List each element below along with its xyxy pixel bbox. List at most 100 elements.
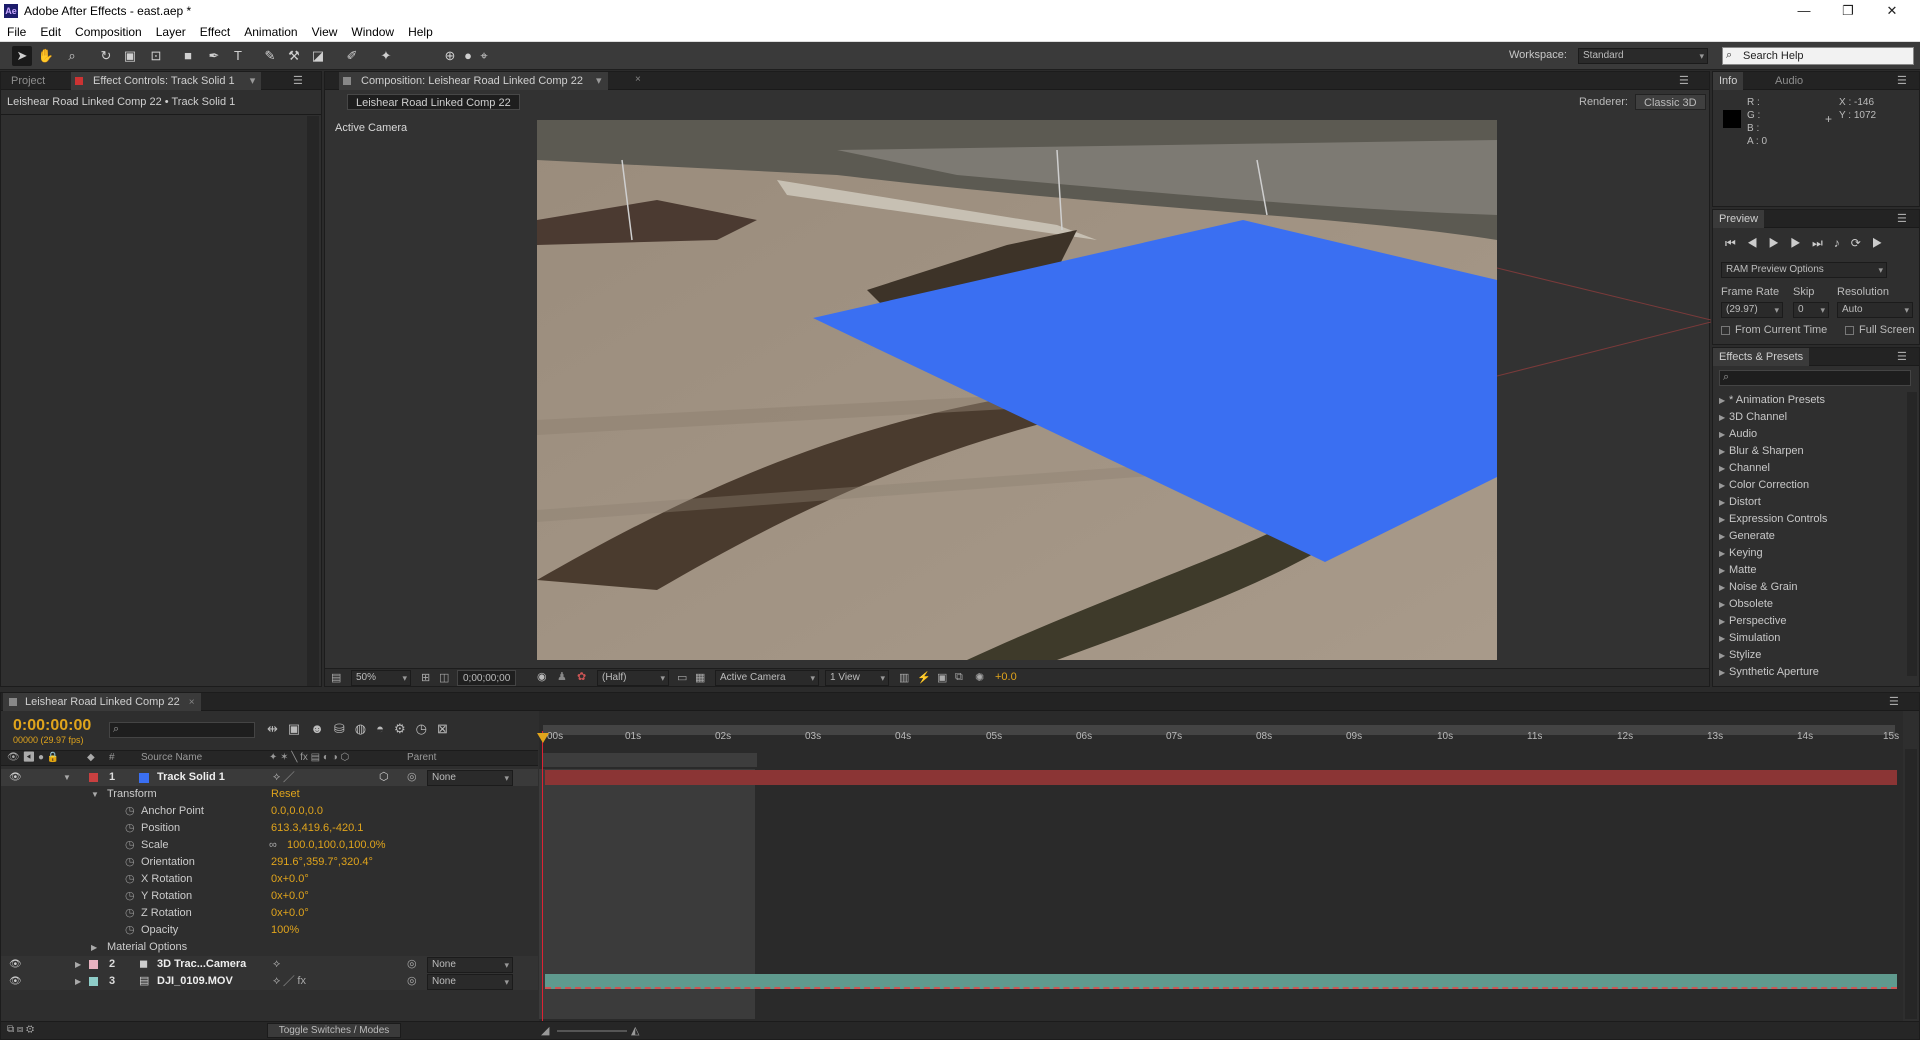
timeline-search-input[interactable]: ⌕ [109, 722, 255, 738]
layer-switches[interactable]: ⟡ ╱ fx [273, 973, 306, 990]
close-button[interactable]: ✕ [1870, 0, 1914, 22]
current-time-indicator[interactable] [542, 731, 543, 1021]
safe-zones-icon[interactable]: ⊞ [421, 671, 430, 684]
panel-menu-icon[interactable]: ☰ [1889, 695, 1899, 708]
parent-select[interactable]: None [427, 957, 513, 973]
resolution-select[interactable]: Auto [1837, 302, 1913, 318]
snapshot-icon[interactable]: ◉ [537, 670, 547, 683]
stopwatch-icon[interactable]: ◷ [125, 820, 135, 837]
timeline-icon[interactable]: ▣ [937, 671, 947, 684]
view-axis-icon[interactable]: ⌖ [474, 46, 494, 66]
effects-category[interactable]: ▶ Stylize [1719, 647, 1761, 664]
menu-composition[interactable]: Composition [68, 22, 149, 42]
footer-toggle-icons[interactable]: ⧉ ⧈ ⚙ [7, 1024, 34, 1035]
menu-animation[interactable]: Animation [237, 22, 304, 42]
panel-menu-icon[interactable]: ☰ [1897, 350, 1907, 363]
search-help-field[interactable]: ⌕ Search Help [1722, 47, 1914, 65]
zoom-tool-icon[interactable]: ⌕ [62, 46, 82, 66]
material-options-row[interactable]: ▶ Material Options [1, 939, 538, 956]
tab-project[interactable]: Project [5, 72, 51, 90]
parent-select[interactable]: None [427, 974, 513, 990]
resolution-select[interactable]: (Half) [597, 670, 669, 686]
layer-3-duration-bar[interactable] [545, 974, 1897, 989]
timeline-scrollbar[interactable] [1905, 749, 1917, 1019]
effects-category[interactable]: ▶ Synthetic Aperture [1719, 664, 1819, 681]
effects-category[interactable]: ▶ Audio [1719, 426, 1757, 443]
tab-audio[interactable]: Audio [1769, 72, 1809, 90]
play-icon[interactable]: ▶ [1769, 236, 1791, 250]
effects-category[interactable]: ▶ Channel [1719, 460, 1770, 477]
selection-tool-icon[interactable]: ➤ [12, 46, 32, 66]
audio-icon[interactable]: ♪ [1834, 236, 1851, 250]
property-row[interactable]: ◷ X Rotation 0x+0.0° [1, 871, 538, 888]
stopwatch-icon[interactable]: ◷ [125, 905, 135, 922]
clone-stamp-tool-icon[interactable]: ⚒ [284, 46, 304, 66]
pen-tool-icon[interactable]: ✒ [204, 46, 224, 66]
layer-switches[interactable]: ⟡ ╱ [273, 769, 294, 786]
exposure-reset-icon[interactable]: ✺ [975, 671, 984, 684]
layer-name[interactable]: 3D Trac...Camera [157, 956, 246, 973]
graph-editor-icon[interactable]: ◓ [376, 721, 394, 736]
transform-reset-link[interactable]: Reset [271, 786, 300, 803]
next-frame-icon[interactable]: ▶ [1790, 236, 1812, 250]
effects-category[interactable]: ▶ Expression Controls [1719, 511, 1827, 528]
col-source-name[interactable]: Source Name [141, 752, 202, 763]
transparency-icon[interactable]: ▦ [695, 671, 705, 684]
from-current-time-checkbox[interactable] [1721, 326, 1730, 335]
expand-layer-icon[interactable]: ▶ [75, 973, 81, 990]
always-preview-icon[interactable]: ▤ [331, 671, 341, 684]
region-of-interest-icon[interactable]: ▭ [677, 671, 687, 684]
eraser-tool-icon[interactable]: ◪ [308, 46, 328, 66]
property-value[interactable]: 613.3,419.6,-420.1 [271, 820, 363, 837]
composition-viewer[interactable] [537, 120, 1497, 660]
effects-category[interactable]: ▶ Perspective [1719, 613, 1786, 630]
previous-frame-icon[interactable]: ◀ [1747, 236, 1769, 250]
playhead-icon[interactable] [537, 733, 549, 743]
effects-category[interactable]: ▶ * Animation Presets [1719, 392, 1825, 409]
panel-menu-icon[interactable]: ☰ [293, 74, 303, 87]
puppet-pin-tool-icon[interactable]: ✦ [376, 46, 396, 66]
render-icon[interactable]: ⊠ [437, 721, 458, 736]
menu-effect[interactable]: Effect [193, 22, 237, 42]
rotate-tool-icon[interactable]: ↻ [96, 46, 116, 66]
effects-category[interactable]: ▶ Keying [1719, 545, 1763, 562]
scrollbar[interactable] [307, 116, 319, 686]
menu-view[interactable]: View [305, 22, 345, 42]
roto-brush-tool-icon[interactable]: ✐ [342, 46, 362, 66]
frame-blending-icon[interactable]: ⛁ [334, 721, 355, 736]
stopwatch-icon[interactable]: ◷ [125, 854, 135, 871]
view-layout-select[interactable]: 1 View [825, 670, 889, 686]
layer-name[interactable]: DJI_0109.MOV [157, 973, 233, 990]
expand-transform-icon[interactable]: ▼ [91, 786, 99, 803]
axis-mode-icon[interactable]: ⊕ [440, 46, 460, 66]
label-color-swatch[interactable] [89, 960, 98, 969]
brush-tool-icon[interactable]: ✎ [260, 46, 280, 66]
panel-menu-icon[interactable]: ☰ [1679, 74, 1689, 87]
exposure-value[interactable]: +0.0 [995, 671, 1017, 683]
hide-shy-icon[interactable]: ☻ [310, 721, 334, 736]
channel-icon[interactable]: ✿ [577, 670, 586, 683]
property-row[interactable]: ◷ Opacity 100% [1, 922, 538, 939]
effects-category[interactable]: ▶ Generate [1719, 528, 1775, 545]
label-color-swatch[interactable] [89, 977, 98, 986]
comp-mini-flowchart-icon[interactable]: ⇹ [267, 721, 288, 736]
property-value[interactable]: 0x+0.0° [271, 905, 309, 922]
layer-row[interactable]: 👁 ▶ 2 ◼ 3D Trac...Camera ⟡ ◎ None [1, 956, 538, 973]
ram-preview-options-select[interactable]: RAM Preview Options [1721, 262, 1887, 278]
loop-icon[interactable]: ⟳ [1851, 236, 1872, 250]
menu-help[interactable]: Help [401, 22, 440, 42]
minimize-button[interactable]: — [1782, 0, 1826, 22]
layer-row[interactable]: 👁 ▼ 1 Track Solid 1 ⟡ ╱ ⬡ ◎ None [1, 769, 538, 786]
zoom-slider[interactable] [557, 1030, 627, 1032]
type-tool-icon[interactable]: T [228, 46, 248, 66]
chevron-down-icon[interactable]: ▾ [250, 75, 256, 87]
effects-category[interactable]: ▶ Noise & Grain [1719, 579, 1797, 596]
property-row[interactable]: ◷ Scale ∞ 100.0,100.0,100.0% [1, 837, 538, 854]
visibility-eye-icon[interactable]: 👁 [9, 769, 22, 786]
toggle-pixel-aspect-icon[interactable]: ▥ [899, 671, 909, 684]
auto-keyframe-icon[interactable]: ◷ [416, 721, 437, 736]
time-ruler[interactable]: 00s 01s 02s 03s 04s 05s 06s 07s 08s 09s … [543, 731, 1903, 745]
effects-category[interactable]: ▶ Color Correction [1719, 477, 1809, 494]
property-value[interactable]: 291.6°,359.7°,320.4° [271, 854, 373, 871]
effects-search-input[interactable]: ⌕ [1719, 370, 1911, 386]
